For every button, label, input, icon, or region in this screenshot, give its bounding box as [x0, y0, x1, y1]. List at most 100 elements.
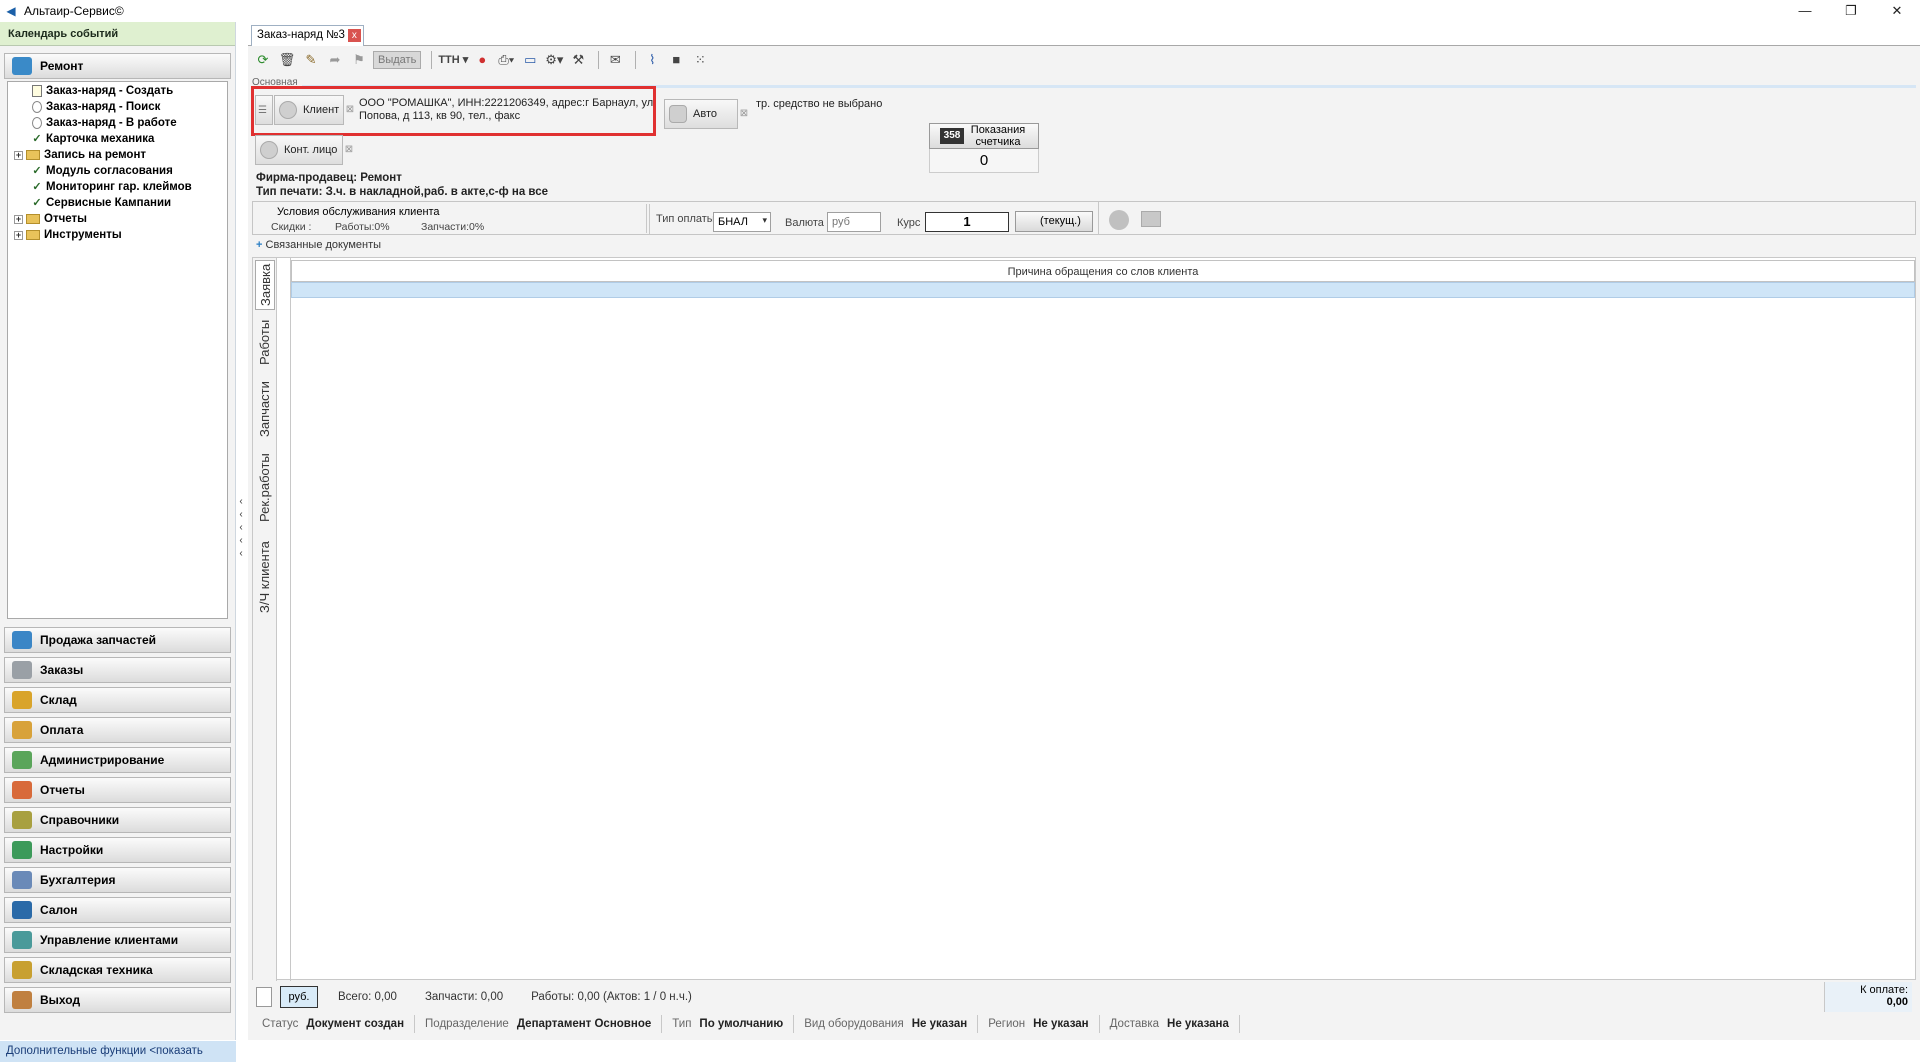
check-icon: ✓	[32, 165, 42, 177]
currency-field[interactable]: руб	[827, 212, 881, 232]
pay-type-label: Тип оплаты	[649, 204, 715, 234]
grid-column-header[interactable]: Причина обращения со слов клиента	[291, 260, 1915, 282]
flag-icon[interactable]: ⚑	[349, 50, 369, 70]
tree-item-reports[interactable]: + Отчеты	[14, 211, 87, 227]
section-label: Справочники	[40, 813, 120, 827]
message-icon[interactable]	[1141, 211, 1161, 227]
section-repair-label: Ремонт	[40, 59, 84, 73]
tab-request[interactable]: Заявка	[255, 260, 275, 310]
edit-icon[interactable]: ✎	[301, 50, 321, 70]
delete-icon[interactable]: 🗑	[277, 50, 297, 70]
restore-button[interactable]: ❐	[1828, 0, 1874, 22]
minimize-button[interactable]: —	[1782, 0, 1828, 22]
tab-client-parts[interactable]: З/Ч клиента	[255, 532, 275, 622]
section-button[interactable]: Настройки	[4, 837, 231, 863]
tab-works[interactable]: Работы	[255, 312, 275, 372]
color-circle-icon[interactable]: ●	[472, 50, 492, 70]
section-button[interactable]: Бухгалтерия	[4, 867, 231, 893]
close-window-button[interactable]: ✕	[1874, 0, 1920, 22]
related-documents[interactable]: + Связанные документы	[256, 239, 381, 251]
currency-toggle[interactable]: руб.	[280, 986, 318, 1008]
folder-icon	[26, 150, 40, 160]
section-button[interactable]: Администрирование	[4, 747, 231, 773]
section-button[interactable]: Заказы	[4, 657, 231, 683]
rate-label: Курс	[897, 217, 921, 229]
client-conditions: Условия обслуживания клиента Скидки : Ра…	[257, 204, 647, 233]
window-icon[interactable]: ▭	[520, 50, 540, 70]
section-icon	[12, 751, 32, 769]
tab-recommended-works[interactable]: Рек.работы	[255, 446, 275, 530]
car-icon[interactable]: ⚒	[568, 50, 588, 70]
section-button[interactable]: Склад	[4, 687, 231, 713]
pay-type-select[interactable]: БНАЛ ▾	[713, 212, 771, 232]
section-repair[interactable]: Ремонт	[4, 53, 231, 79]
tree-item-tools[interactable]: + Инструменты	[14, 227, 122, 243]
section-icon	[12, 931, 32, 949]
tab-parts[interactable]: Запчасти	[255, 374, 275, 444]
repair-icon	[12, 57, 32, 75]
check-icon: ✓	[32, 197, 42, 209]
tree-item-search-order[interactable]: Заказ-наряд - Поиск	[32, 99, 160, 115]
collapse-sidebar-handle[interactable]: ‹ ‹ ‹ ‹ ‹	[236, 495, 246, 565]
section-button[interactable]: Салон	[4, 897, 231, 923]
auto-button[interactable]: Авто	[664, 99, 738, 129]
tree-item-orders-in-work[interactable]: Заказ-наряд - В работе	[32, 115, 177, 131]
tree-item-mechanic-card[interactable]: ✓ Карточка механика	[32, 131, 154, 147]
tab-close-icon[interactable]: x	[347, 29, 361, 42]
more-functions-link[interactable]: Дополнительные функции <показать	[0, 1041, 236, 1062]
section-label: Продажа запчастей	[40, 633, 157, 647]
person-lock-icon[interactable]	[1109, 210, 1129, 230]
status-item: Статус Документ создан	[252, 1015, 416, 1033]
mail-icon[interactable]: ✉	[605, 50, 625, 70]
contact-clear-icon[interactable]: ⊠	[343, 135, 355, 165]
section-icon	[12, 631, 32, 649]
odometer-panel[interactable]: 358 Показания счетчика 0	[929, 123, 1039, 177]
tree-item-service-campaigns[interactable]: ✓ Сервисные Кампании	[32, 195, 171, 211]
forward-icon[interactable]: ➦	[325, 50, 345, 70]
totals-footer: руб. Всего: 0,00 Запчасти: 0,00 Работы: …	[252, 982, 1916, 1012]
section-button[interactable]: Оплата	[4, 717, 231, 743]
tree-item-approval-module[interactable]: ✓ Модуль согласования	[32, 163, 172, 179]
tab-strip: Заказ-наряд №3 x	[248, 22, 1920, 46]
print-icon[interactable]: ⎙▾	[496, 50, 516, 70]
ttn-button[interactable]: ТТН ▾	[438, 50, 468, 70]
repair-tree: Заказ-наряд - Создать Заказ-наряд - Поис…	[7, 81, 228, 619]
box-icon[interactable]: ■	[666, 50, 686, 70]
calendar-link[interactable]: Календарь событий	[0, 22, 235, 46]
section-icon	[12, 871, 32, 889]
expand-icon[interactable]: +	[14, 150, 23, 160]
tree-item-create-order[interactable]: Заказ-наряд - Создать	[32, 83, 173, 99]
section-label: Управление клиентами	[40, 933, 179, 947]
section-icon	[12, 661, 32, 679]
left-sidebar: Календарь событий Ремонт Заказ-наряд - С…	[0, 22, 236, 1062]
section-button[interactable]: Справочники	[4, 807, 231, 833]
settings-icon[interactable]: ⚙▾	[544, 50, 564, 70]
tree-item-repair-booking[interactable]: + Запись на ремонт	[14, 147, 146, 163]
issue-button[interactable]: Выдать	[373, 51, 422, 69]
section-button[interactable]: Складская техника	[4, 957, 231, 983]
section-button[interactable]: Выход	[4, 987, 231, 1013]
person-icon	[260, 141, 278, 159]
current-rate-button[interactable]: (текущ.)	[1015, 211, 1093, 232]
page-icon[interactable]	[256, 987, 272, 1007]
section-button[interactable]: Отчеты	[4, 777, 231, 803]
expand-icon[interactable]: +	[14, 230, 23, 240]
refresh-icon[interactable]: ⟳	[253, 50, 273, 70]
status-item: Тип По умолчанию	[662, 1015, 795, 1033]
section-button[interactable]: Продажа запчастей	[4, 627, 231, 653]
qr-icon[interactable]: ⁙	[690, 50, 710, 70]
auto-clear-icon[interactable]: ⊠	[738, 99, 750, 129]
table-row[interactable]	[291, 282, 1915, 298]
section-button[interactable]: Управление клиентами	[4, 927, 231, 953]
circle-icon	[32, 101, 42, 113]
document-icon	[32, 85, 42, 97]
tab-order-3[interactable]: Заказ-наряд №3 x	[251, 25, 364, 46]
chart-icon[interactable]: ⌇	[642, 50, 662, 70]
expand-icon[interactable]: +	[14, 214, 23, 224]
contact-person-button[interactable]: Конт. лицо	[255, 135, 343, 165]
tree-item-warranty-monitoring[interactable]: ✓ Мониторинг гар. клеймов	[32, 179, 191, 195]
section-label: Склад	[40, 693, 77, 707]
title-bar: ◀ Альтаир-Сервис© — ❐ ✕	[0, 0, 1920, 22]
rate-input[interactable]: 1	[925, 212, 1009, 232]
seller-info: Фирма-продавец: Ремонт Тип печати: З.ч. …	[256, 172, 549, 198]
